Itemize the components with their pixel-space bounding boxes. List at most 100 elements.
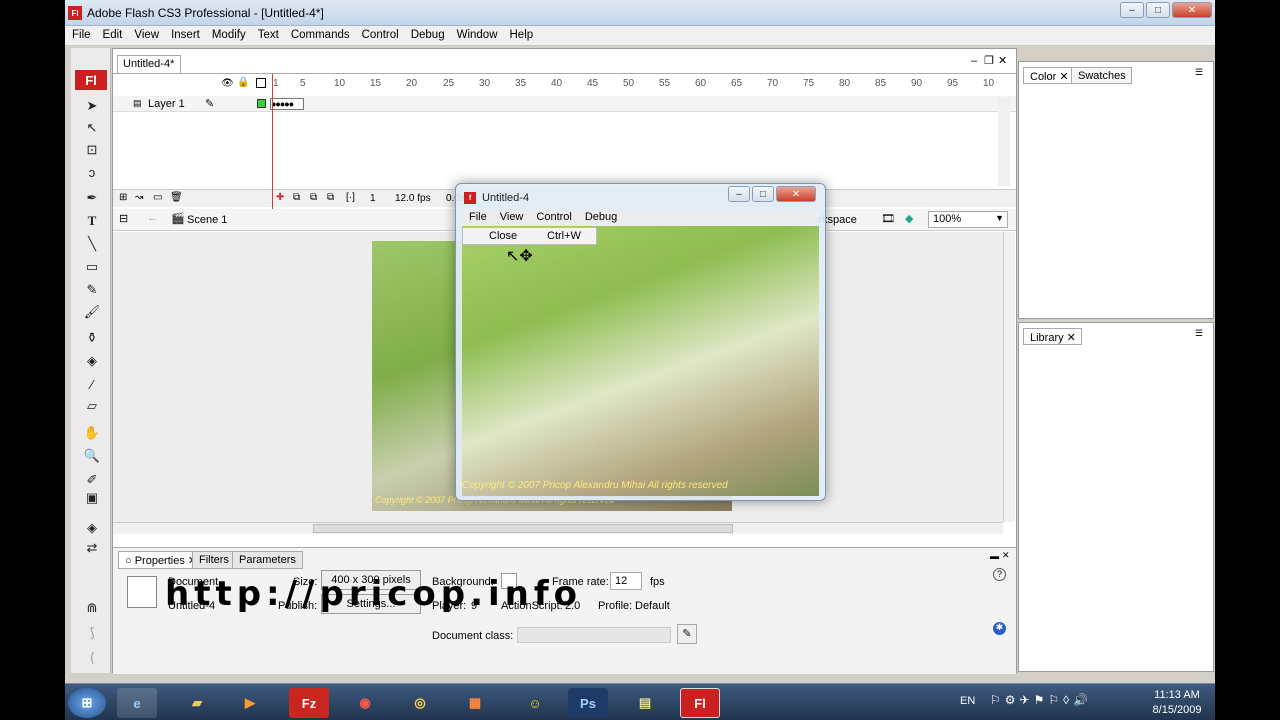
menu-help[interactable]: Help — [503, 26, 539, 41]
explorer-icon[interactable]: ▰ — [177, 688, 217, 718]
line-tool-icon[interactable]: ╲ — [79, 234, 105, 254]
brush-tool-icon[interactable]: 🖌 — [79, 302, 105, 322]
delete-layer-icon[interactable]: 🗑 — [170, 192, 183, 203]
subselection-tool-icon[interactable]: ↖ — [79, 118, 105, 138]
doc-close-icon[interactable]: ✕ — [998, 54, 1007, 67]
tab-filters[interactable]: Filters — [192, 551, 236, 569]
swf-menu-view[interactable]: View — [493, 210, 530, 223]
maximize-button[interactable]: □ — [1146, 2, 1170, 18]
stroke-color-icon[interactable]: ✐ — [79, 470, 105, 490]
paint-bucket-tool-icon[interactable]: ◈ — [79, 351, 105, 371]
keyframes[interactable]: ●●●●● — [270, 98, 304, 110]
doc-restore-icon[interactable]: ❐ — [984, 54, 994, 67]
flash-taskbar-icon[interactable]: Fl — [680, 688, 720, 718]
swf-maximize-button[interactable]: □ — [752, 186, 774, 202]
menu-file[interactable]: File — [65, 26, 96, 41]
app-red-icon[interactable]: ◉ — [345, 688, 385, 718]
zoom-tool-icon[interactable]: 🔍 — [79, 446, 105, 466]
app-blocks-icon[interactable]: ▦ — [455, 688, 495, 718]
modify-markers-icon[interactable]: [·] — [346, 192, 355, 203]
system-clock[interactable]: 11:13 AM 8/15/2009 — [1142, 688, 1212, 718]
minimize-button[interactable]: – — [1120, 2, 1144, 18]
add-layer-icon[interactable]: ⊞ — [119, 192, 127, 203]
tray-icons[interactable]: ⚐⚙✈⚑⚐◊🔊 — [990, 693, 1092, 707]
edit-class-pencil-icon[interactable]: ✎ — [677, 624, 697, 644]
internet-explorer-icon[interactable]: e — [117, 688, 157, 718]
fill-color-icon[interactable]: ▣ — [79, 488, 105, 508]
add-guide-icon[interactable]: ↝ — [135, 192, 143, 203]
eyedropper-tool-icon[interactable]: ⁄ — [79, 374, 105, 394]
tab-color[interactable]: Color ✕ — [1023, 67, 1075, 84]
title-bar[interactable]: Fl Adobe Flash CS3 Professional - [Untit… — [65, 0, 1215, 26]
timeline-toggle-icon[interactable]: ⊟ — [119, 212, 128, 225]
pen-tool-icon[interactable]: ✒ — [79, 188, 105, 208]
tab-parameters[interactable]: Parameters — [232, 551, 303, 569]
ink-bottle-tool-icon[interactable]: ⚱ — [79, 328, 105, 348]
text-tool-icon[interactable]: T — [79, 211, 105, 231]
layer-name[interactable]: Layer 1 — [148, 98, 185, 110]
layer-outline-color-icon[interactable] — [257, 99, 266, 108]
selection-tool-icon[interactable]: ➤ — [79, 96, 105, 116]
snap-to-objects-icon[interactable]: ⋒ — [79, 598, 105, 618]
stage-vscroll[interactable] — [1003, 232, 1015, 522]
straighten-icon[interactable]: ⟨ — [79, 648, 105, 668]
notes-icon[interactable]: ▤ — [625, 688, 665, 718]
props-minimize-icon[interactable]: ▬ — [990, 551, 999, 561]
filezilla-icon[interactable]: Fz — [289, 688, 329, 718]
menu-edit[interactable]: Edit — [96, 26, 128, 41]
playhead[interactable] — [272, 74, 273, 210]
chrome-icon[interactable]: ◎ — [400, 688, 440, 718]
tab-library[interactable]: Library ✕ — [1023, 328, 1082, 345]
scene-name[interactable]: Scene 1 — [187, 214, 227, 226]
doc-minimize-icon[interactable]: – — [971, 55, 977, 67]
lock-icon[interactable]: 🔒 — [237, 77, 249, 88]
panel-menu-icon[interactable]: ☰ — [1195, 67, 1203, 78]
free-transform-tool-icon[interactable]: ⊡ — [79, 140, 105, 160]
zoom-select[interactable]: 100% ▼ — [928, 211, 1008, 228]
help-icon[interactable]: ? — [993, 568, 1006, 581]
menu-modify[interactable]: Modify — [205, 26, 251, 41]
menu-text[interactable]: Text — [251, 26, 284, 41]
scroll-thumb[interactable] — [313, 524, 733, 533]
lasso-tool-icon[interactable]: ↄ — [79, 162, 105, 182]
swf-menu-debug[interactable]: Debug — [578, 210, 623, 223]
yahoo-messenger-icon[interactable]: ☺ — [515, 688, 555, 718]
accessibility-icon[interactable]: ✱ — [993, 622, 1006, 635]
eye-icon[interactable]: 👁 — [221, 78, 234, 89]
center-frame-icon[interactable]: ✚ — [276, 192, 284, 203]
add-folder-icon[interactable]: ▭ — [153, 192, 162, 203]
timeline-vscroll[interactable] — [998, 98, 1010, 186]
menu-commands[interactable]: Commands — [284, 26, 355, 41]
swf-menu-control[interactable]: Control — [529, 210, 577, 223]
document-class-input[interactable] — [517, 627, 671, 643]
edit-scene-icon[interactable]: 🎞 — [881, 212, 895, 225]
layer-row[interactable]: ▤ Layer 1 ✎ ●●●●● — [113, 96, 1016, 112]
language-indicator[interactable]: EN — [960, 695, 975, 707]
swf-close-button[interactable]: ✕ — [776, 186, 816, 202]
menu-item-close[interactable]: Close — [489, 230, 517, 242]
menu-control[interactable]: Control — [355, 26, 404, 41]
document-tab[interactable]: Untitled-4* — [117, 55, 181, 73]
swf-minimize-button[interactable]: – — [728, 186, 750, 202]
menu-window[interactable]: Window — [450, 26, 503, 41]
start-button[interactable]: ⊞ — [68, 688, 106, 718]
pencil-tool-icon[interactable]: ✎ — [79, 280, 105, 300]
menu-insert[interactable]: Insert — [164, 26, 205, 41]
smooth-icon[interactable]: ⟆ — [79, 623, 105, 643]
outline-icon[interactable] — [256, 78, 266, 88]
stage-hscroll[interactable] — [113, 522, 1003, 534]
photoshop-icon[interactable]: Ps — [568, 688, 608, 718]
tab-swatches[interactable]: Swatches — [1071, 67, 1132, 84]
rectangle-tool-icon[interactable]: ▭ — [79, 257, 105, 277]
eraser-tool-icon[interactable]: ▱ — [79, 396, 105, 416]
swf-bedroom-image[interactable] — [462, 226, 819, 496]
close-button[interactable]: ✕ — [1172, 2, 1212, 18]
hand-tool-icon[interactable]: ✋ — [79, 423, 105, 443]
library-menu-icon[interactable]: ☰ — [1195, 328, 1203, 339]
edit-multiple-frames-icon[interactable]: ⧉ — [327, 192, 334, 203]
swap-colors-icon[interactable]: ⇄ — [79, 538, 105, 558]
back-arrow-icon[interactable]: ← — [147, 212, 158, 224]
edit-symbols-icon[interactable]: ◆ — [905, 212, 913, 225]
media-player-icon[interactable]: ▶ — [230, 688, 270, 718]
props-close-icon[interactable]: ✕ — [1002, 550, 1010, 561]
